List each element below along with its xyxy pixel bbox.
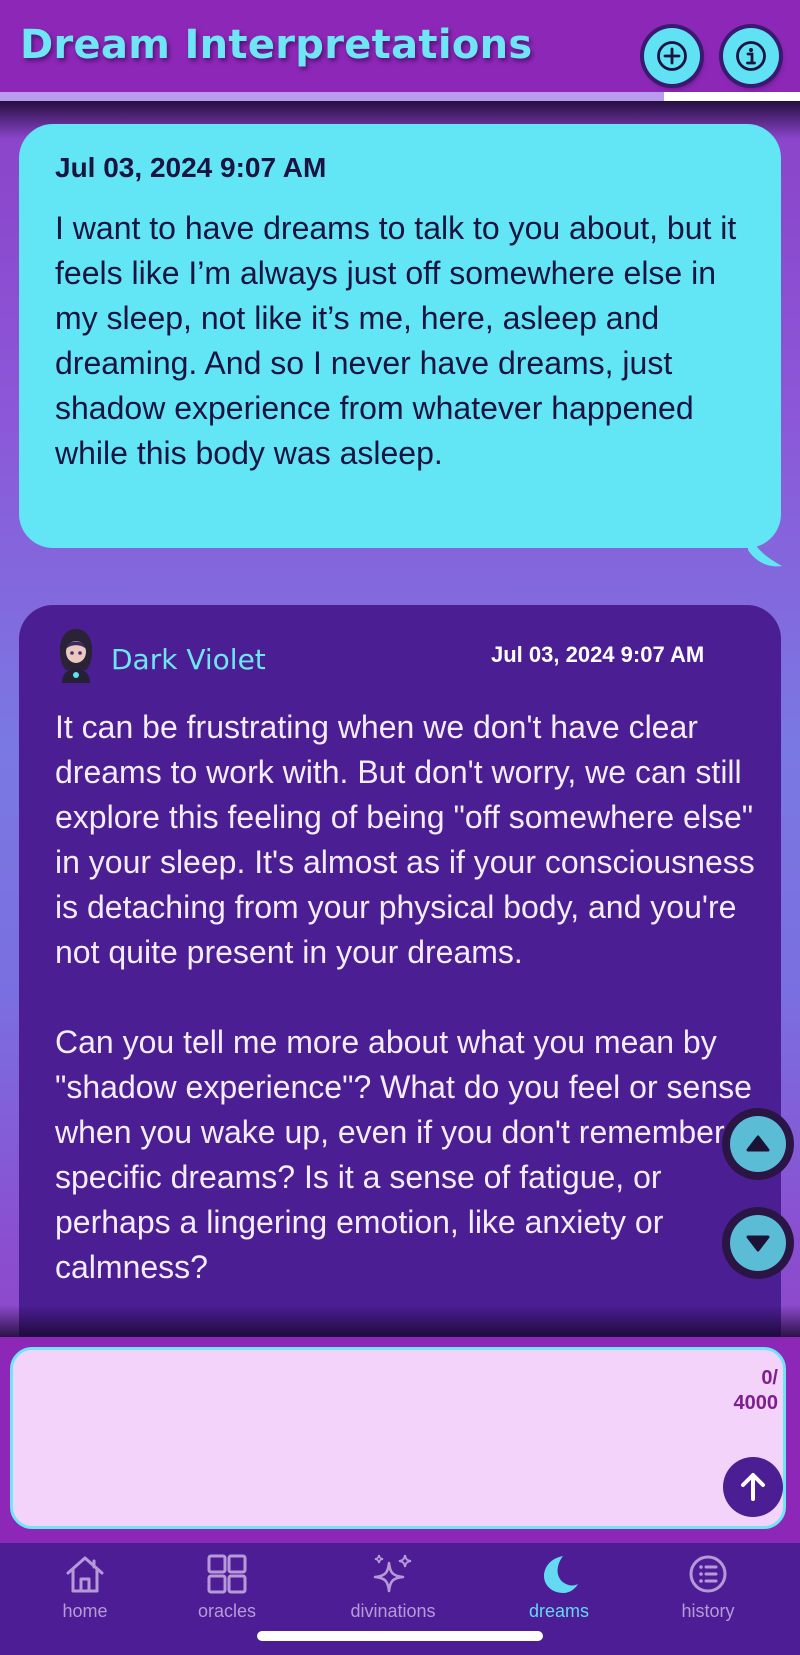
progress-bar — [0, 92, 800, 101]
scroll-up-button[interactable] — [722, 1108, 794, 1180]
arrow-up-icon — [741, 1473, 765, 1501]
chevron-up-icon — [746, 1135, 770, 1152]
tab-label: oracles — [197, 1601, 257, 1621]
chevron-down-icon — [746, 1235, 770, 1252]
oracle-avatar — [59, 629, 93, 683]
bottom-scroll-shadow — [0, 1305, 800, 1339]
tab-dreams[interactable]: dreams — [494, 1553, 624, 1625]
tab-label: dreams — [528, 1601, 590, 1621]
home-icon — [66, 1556, 104, 1593]
tab-label: history — [681, 1601, 735, 1621]
character-counter: 0/ 4000 — [680, 1366, 779, 1416]
add-button[interactable] — [644, 28, 700, 84]
counter-current: 0/ — [761, 1367, 778, 1389]
oracle-name: Dark Violet — [111, 643, 266, 676]
tab-label: home — [62, 1601, 108, 1621]
plus-circle-icon — [657, 41, 687, 71]
progress-fill — [0, 92, 664, 101]
message-input[interactable] — [25, 1360, 709, 1514]
oracle-message-timestamp: Jul 03, 2024 9:07 AM — [491, 642, 705, 667]
moon-icon — [544, 1556, 578, 1593]
oracle-message-text: It can be frustrating when we don't have… — [55, 709, 755, 1285]
grid-icon — [207, 1554, 247, 1594]
info-button[interactable] — [723, 28, 779, 84]
tab-label: divinations — [350, 1601, 436, 1621]
bubble-tail — [748, 528, 782, 567]
send-button[interactable] — [723, 1457, 783, 1517]
counter-max: 4000 — [733, 1392, 779, 1414]
page-title: Dream Interpretations — [20, 22, 533, 68]
sparkles-icon — [373, 1554, 412, 1593]
user-message-timestamp: Jul 03, 2024 9:07 AM — [55, 152, 327, 183]
user-message-text: I want to have dreams to talk to you abo… — [55, 210, 737, 471]
tab-oracles[interactable]: oracles — [162, 1553, 292, 1625]
scroll-down-button[interactable] — [722, 1207, 794, 1279]
tab-home[interactable]: home — [20, 1553, 150, 1625]
home-indicator — [257, 1631, 543, 1641]
list-icon — [689, 1555, 727, 1593]
tab-history[interactable]: history — [643, 1553, 773, 1625]
tab-divinations[interactable]: divinations — [328, 1553, 458, 1625]
message-input-box[interactable] — [10, 1347, 786, 1529]
info-icon — [736, 41, 766, 71]
